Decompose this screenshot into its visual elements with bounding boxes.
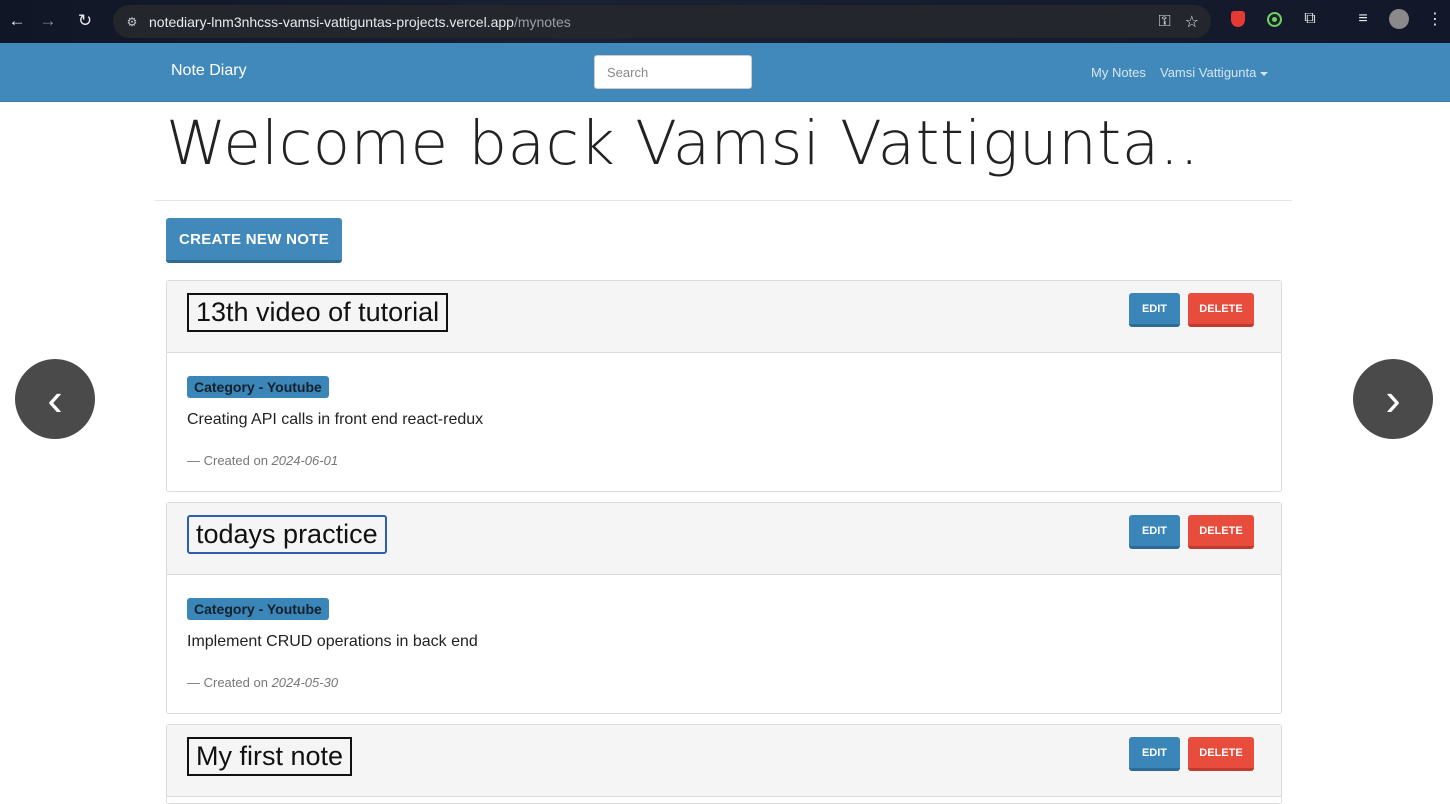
note-card-header[interactable]: 13th video of tutorial EDIT DELETE <box>167 281 1281 353</box>
my-notes-link[interactable]: My Notes <box>1091 65 1146 80</box>
user-dropdown[interactable]: Vamsi Vattigunta <box>1160 65 1269 80</box>
note-content: Creating API calls in front end react-re… <box>187 411 484 428</box>
note-card: 13th video of tutorial EDIT DELETE Categ… <box>166 280 1282 492</box>
search-input[interactable] <box>594 55 752 89</box>
edit-button[interactable]: EDIT <box>1129 293 1180 327</box>
forward-icon[interactable]: → <box>31 4 65 38</box>
note-card-body: Category - Youtube Implement CRUD operat… <box>167 575 1281 713</box>
note-title[interactable]: 13th video of tutorial <box>187 293 449 332</box>
address-bar[interactable]: ⚙ notediary-lnm3nhcss-vamsi-vattiguntas-… <box>113 5 1211 38</box>
page-title: Welcome back Vamsi Vattigunta.. <box>166 108 1200 179</box>
url-host: notediary-lnm3nhcss-vamsi-vattiguntas-pr… <box>149 13 514 30</box>
site-info-icon[interactable]: ⚙ <box>118 8 146 36</box>
note-title[interactable]: todays practice <box>187 515 387 554</box>
user-name: Vamsi Vattigunta <box>1160 65 1257 80</box>
next-arrow-icon[interactable]: › <box>1353 359 1433 439</box>
previous-arrow-icon[interactable]: ‹ <box>15 359 95 439</box>
note-content: Implement CRUD operations in back end <box>187 633 478 650</box>
category-badge: Category - Youtube <box>187 376 329 398</box>
extension-target-icon[interactable] <box>1263 8 1285 30</box>
menu-icon[interactable]: ⋮ <box>1424 8 1446 30</box>
reload-icon[interactable]: ↻ <box>68 4 102 38</box>
edit-button[interactable]: EDIT <box>1129 737 1180 771</box>
delete-button[interactable]: DELETE <box>1188 293 1254 327</box>
key-icon[interactable]: ⚿ <box>1158 13 1170 31</box>
note-card-body: Category - Youtube Creating API calls in… <box>167 353 1281 491</box>
edit-button[interactable]: EDIT <box>1129 515 1180 549</box>
extension-icon[interactable]: ⧉ <box>1299 8 1321 30</box>
note-card-header[interactable]: My first note EDIT DELETE <box>167 725 1281 797</box>
note-card: todays practice EDIT DELETE Category - Y… <box>166 502 1282 714</box>
back-icon[interactable]: ← <box>0 4 34 38</box>
created-date: 2024-06-01 <box>271 453 339 468</box>
created-prefix: — Created on <box>187 675 268 690</box>
delete-button[interactable]: DELETE <box>1188 515 1254 549</box>
created-date: 2024-05-30 <box>271 675 339 690</box>
star-icon[interactable]: ☆ <box>1185 12 1199 32</box>
brand-link[interactable]: Note Diary <box>171 62 247 80</box>
note-created: — Created on 2024-05-30 <box>187 675 338 690</box>
note-created: — Created on 2024-06-01 <box>187 453 338 468</box>
extension-shield-icon[interactable] <box>1227 8 1249 30</box>
note-title[interactable]: My first note <box>187 737 353 776</box>
create-new-note-button[interactable]: CREATE NEW NOTE <box>166 218 342 263</box>
note-card-header[interactable]: todays practice EDIT DELETE <box>167 503 1281 575</box>
divider <box>155 200 1292 201</box>
profile-icon[interactable] <box>1388 8 1410 30</box>
category-badge: Category - Youtube <box>187 598 329 620</box>
caret-down-icon <box>1260 71 1269 76</box>
delete-button[interactable]: DELETE <box>1188 737 1254 771</box>
media-icon[interactable]: ≡ <box>1352 8 1374 30</box>
note-card: My first note EDIT DELETE <box>166 724 1282 804</box>
browser-toolbar: ← → ↻ ⚙ notediary-lnm3nhcss-vamsi-vattig… <box>0 0 1450 43</box>
url-path: /mynotes <box>513 13 571 30</box>
created-prefix: — Created on <box>187 453 268 468</box>
app-navbar: Note Diary My Notes Vamsi Vattigunta <box>0 43 1450 102</box>
